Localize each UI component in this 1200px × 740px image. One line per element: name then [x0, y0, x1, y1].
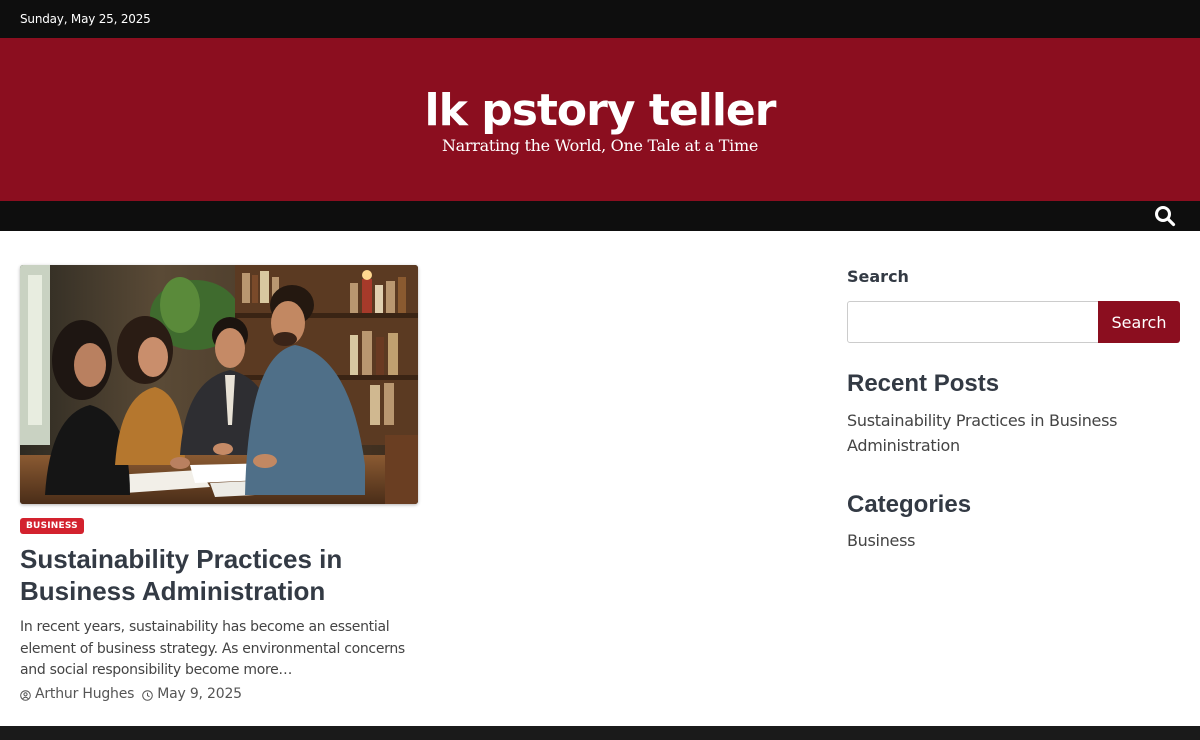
search-icon[interactable] — [1154, 205, 1176, 227]
category-badge[interactable]: BUSINESS — [20, 518, 84, 534]
user-icon — [20, 689, 31, 701]
post-author[interactable]: Arthur Hughes — [35, 686, 134, 702]
post-card: BUSINESS Sustainability Practices in Bus… — [20, 265, 418, 702]
site-tagline: Narrating the World, One Tale at a Time — [441, 136, 759, 155]
search-input[interactable] — [847, 301, 1099, 343]
main-navigation — [0, 201, 1200, 231]
category-link-business[interactable]: Business — [847, 531, 915, 550]
recent-posts-heading: Recent Posts — [847, 370, 1000, 397]
categories-heading: Categories — [847, 491, 972, 518]
post-meta: Arthur Hughes May 9, 2025 — [20, 686, 242, 702]
post-date[interactable]: May 9, 2025 — [157, 686, 242, 702]
clock-icon — [142, 689, 154, 701]
post-featured-image[interactable] — [20, 265, 418, 504]
search-button[interactable]: Search — [1098, 301, 1180, 343]
current-date: Sunday, May 25, 2025 — [20, 12, 151, 26]
site-title[interactable]: lk pstory teller — [0, 86, 1200, 136]
footer-bar — [0, 726, 1200, 740]
site-header: lk pstory teller Narrating the World, On… — [0, 38, 1200, 201]
recent-post-link[interactable]: Sustainability Practices in Business Adm… — [847, 408, 1167, 458]
top-bar: Sunday, May 25, 2025 — [0, 0, 1200, 38]
post-excerpt: In recent years, sustainability has beco… — [20, 619, 405, 678]
search-label: Search — [847, 267, 909, 286]
post-title[interactable]: Sustainability Practices in Business Adm… — [20, 543, 418, 607]
